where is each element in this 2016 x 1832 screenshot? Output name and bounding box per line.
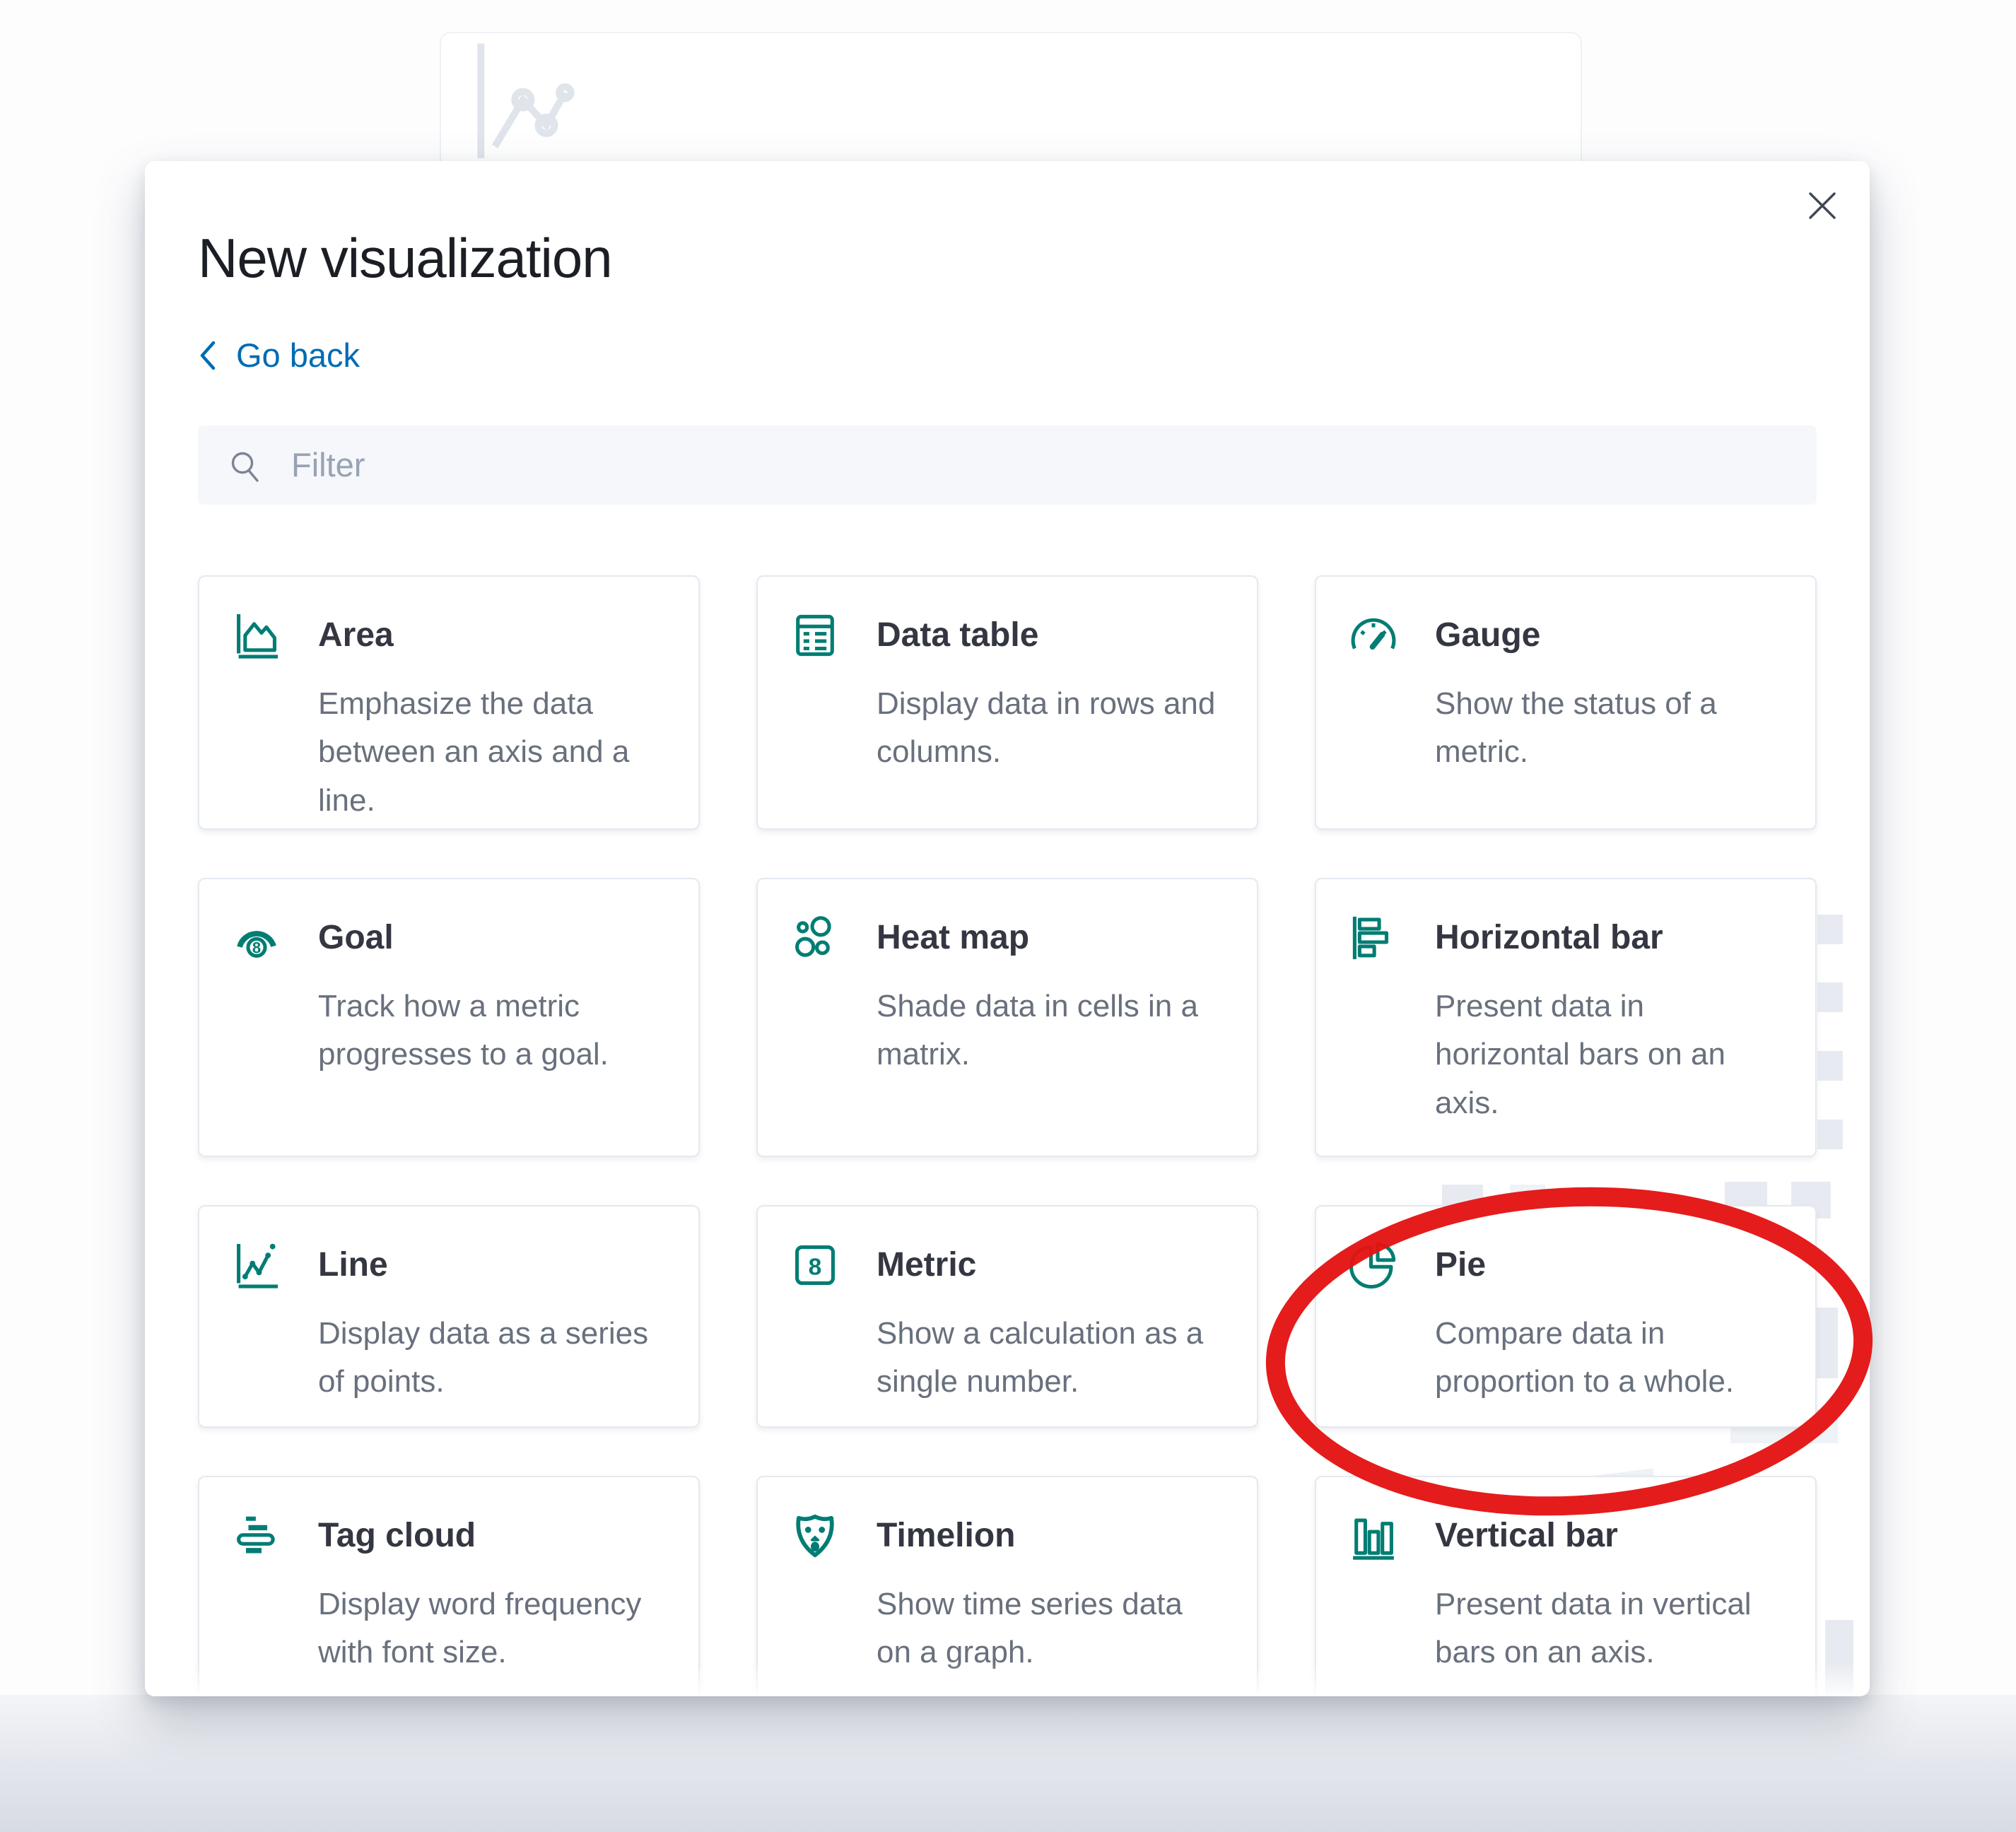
viz-card-heat-map[interactable]: Heat map Shade data in cells in a matrix.	[756, 878, 1258, 1157]
viz-card-data-table[interactable]: Data table Display data in rows and colum…	[756, 575, 1258, 830]
close-icon[interactable]	[1806, 189, 1839, 222]
go-back-label: Go back	[236, 336, 360, 375]
horizontal-bar-icon	[1347, 912, 1400, 964]
go-back-link[interactable]: Go back	[198, 336, 360, 375]
viz-card-description: Show time series data on a graph.	[877, 1580, 1226, 1677]
viz-card-title: Gauge	[1435, 609, 1784, 662]
timelion-icon	[789, 1510, 841, 1562]
svg-text:8: 8	[809, 1254, 822, 1280]
viz-card-title: Heat map	[877, 912, 1226, 964]
viz-card-timelion[interactable]: Timelion Show time series data on a graph…	[756, 1476, 1258, 1697]
metric-icon: 8	[789, 1239, 841, 1291]
chevron-left-icon	[198, 339, 218, 372]
faded-line-chart-icon	[469, 39, 610, 160]
viz-card-title: Vertical bar	[1435, 1510, 1784, 1562]
page-bottom-gradient	[0, 1695, 2016, 1832]
svg-text:8: 8	[252, 939, 261, 956]
viz-card-title: Goal	[318, 912, 667, 964]
viz-card-horizontal-bar[interactable]: Horizontal bar Present data in horizontal…	[1315, 878, 1817, 1157]
viz-card-title: Horizontal bar	[1435, 912, 1784, 964]
viz-card-metric[interactable]: 8 Metric Show a calculation as a single nu…	[756, 1205, 1258, 1428]
filter-input[interactable]	[198, 425, 1817, 505]
viz-card-title: Line	[318, 1239, 667, 1291]
viz-card-tag-cloud[interactable]: Tag cloud Display word frequency with fon…	[198, 1476, 700, 1697]
page-title: New visualization	[198, 161, 1817, 290]
viz-card-description: Present data in vertical bars on an axis…	[1435, 1580, 1784, 1677]
viz-card-description: Emphasize the data between an axis and a…	[318, 680, 667, 826]
viz-card-title: Tag cloud	[318, 1510, 667, 1562]
viz-card-title: Metric	[877, 1239, 1226, 1291]
area-icon	[230, 609, 283, 662]
viz-card-description: Show a calculation as a single number.	[877, 1310, 1226, 1407]
data-table-icon	[789, 609, 841, 662]
viz-card-title: Data table	[877, 609, 1226, 662]
viz-card-description: Track how a metric progresses to a goal.	[318, 982, 667, 1079]
viz-card-description: Compare data in proportion to a whole.	[1435, 1310, 1784, 1407]
viz-card-title: Timelion	[877, 1510, 1226, 1562]
viz-card-title: Area	[318, 609, 667, 662]
filter-field	[198, 425, 1817, 505]
viz-card-description: Display data in rows and columns.	[877, 680, 1226, 777]
viz-card-area[interactable]: Area Emphasize the data between an axis a…	[198, 575, 700, 830]
gauge-icon	[1347, 609, 1400, 662]
viz-card-title: Pie	[1435, 1239, 1784, 1291]
viz-card-line[interactable]: Line Display data as a series of points.	[198, 1205, 700, 1428]
viz-card-description: Display word frequency with font size.	[318, 1580, 667, 1677]
viz-card-description: Show the status of a metric.	[1435, 680, 1784, 777]
viz-card-description: Shade data in cells in a matrix.	[877, 982, 1226, 1079]
new-visualization-modal: New visualization Go back AreaEmphasize	[145, 161, 1870, 1696]
pie-icon	[1347, 1239, 1400, 1291]
visualization-grid: Area Emphasize the data between an axis a…	[198, 575, 1817, 1697]
viz-card-description: Present data in horizontal bars on an ax…	[1435, 982, 1784, 1128]
goal-icon: 8	[230, 912, 283, 964]
screen: New visualization Go back AreaEmphasize	[0, 0, 2016, 1832]
viz-card-vertical-bar[interactable]: Vertical bar Present data in vertical bar…	[1315, 1476, 1817, 1697]
line-icon	[230, 1239, 283, 1291]
heat-map-icon	[789, 912, 841, 964]
vertical-bar-icon	[1347, 1510, 1400, 1562]
viz-card-description: Display data as a series of points.	[318, 1310, 667, 1407]
viz-card-goal[interactable]: 8 Goal Track how a metric progresses to a …	[198, 878, 700, 1157]
viz-card-pie[interactable]: Pie Compare data in proportion to a whole…	[1315, 1205, 1817, 1428]
viz-card-gauge[interactable]: Gauge Show the status of a metric.	[1315, 575, 1817, 830]
tag-cloud-icon	[230, 1510, 283, 1562]
